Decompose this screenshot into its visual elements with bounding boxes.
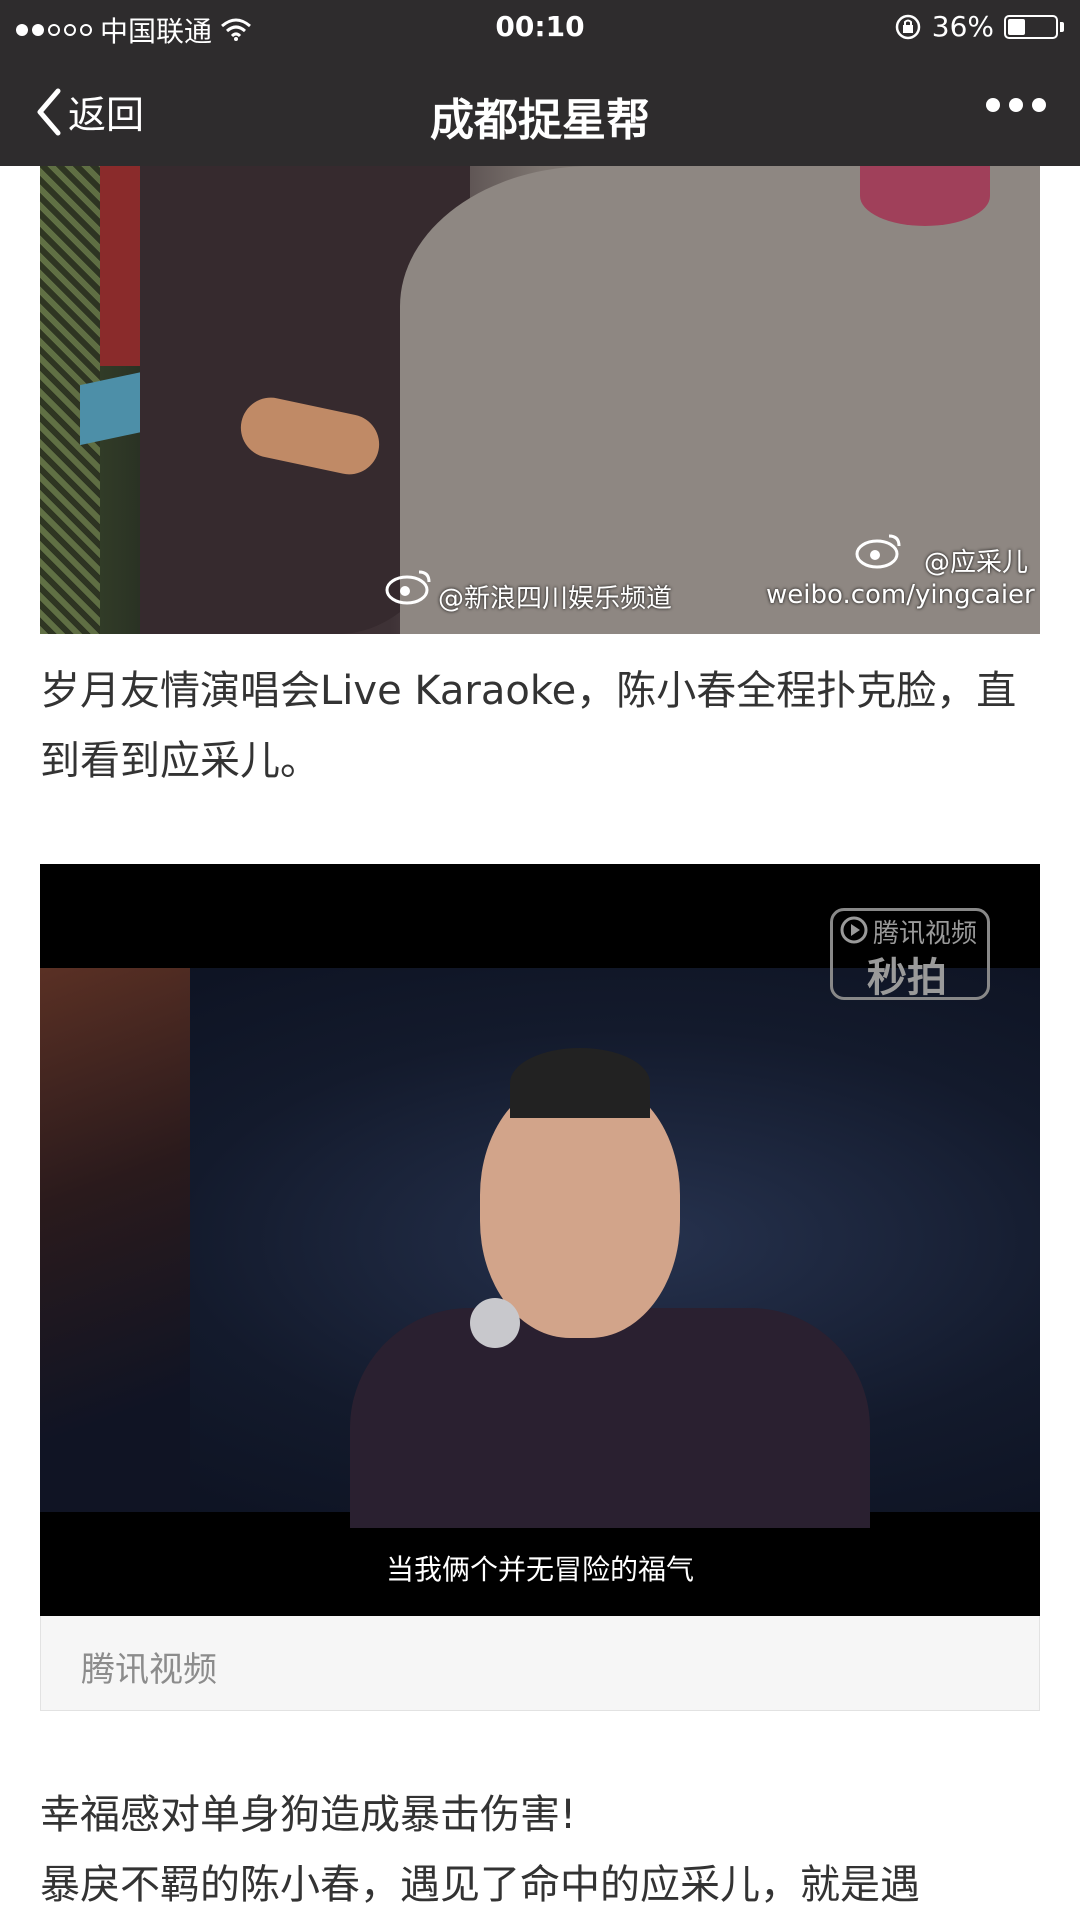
photo-figure [860,166,990,226]
video-player[interactable]: 当我俩个并无冒险的福气 腾讯视频 秒拍 [40,864,1040,1616]
more-dot [1032,98,1046,112]
rotation-lock-icon [895,14,921,39]
weibo-icon [855,534,901,569]
article-paragraph: 幸福感对单身狗造成暴击伤害! 暴戾不羁的陈小春，遇见了命中的应采儿，就是遇 [40,1780,1040,1920]
battery-fill [1008,18,1025,35]
singer-figure [350,1308,870,1528]
video-watermark-logo: 腾讯视频 秒拍 [830,908,990,1001]
weibo-icon [385,570,431,605]
microphone [470,1298,520,1348]
video-source: 腾讯视频 [81,1650,217,1690]
paragraph-line: 暴戾不羁的陈小春，遇见了命中的应采儿，就是遇 [40,1862,920,1908]
photo-watermark-left: @新浪四川娱乐频道 [438,584,673,614]
article-caption: 岁月友情演唱会Live Karaoke，陈小春全程扑克脸，直到看到应采儿。 [40,668,1017,784]
more-dot [1009,98,1023,112]
status-right: 36% [894,10,1064,43]
status-bar: 中国联通 00:10 36% [0,0,1080,54]
watermark-name: 秒拍 [867,955,947,1001]
battery-icon [1004,14,1058,39]
play-icon [840,916,868,944]
video-subtitle: 当我俩个并无冒险的福气 [385,1553,694,1586]
article-photo[interactable]: @新浪四川娱乐频道 @应采儿 weibo.com/yingcaier [40,166,1040,634]
video-background [40,968,190,1512]
more-options-button[interactable] [986,98,1046,112]
paragraph-line: 幸福感对单身狗造成暴击伤害! [40,1792,577,1838]
photo-watermark-user: @应采儿 [924,548,1029,578]
page-title: 成都捉星帮 [430,95,650,146]
photo-watermark-url: weibo.com/yingcaier [766,580,1035,610]
battery-percent: 36% [931,10,994,43]
battery-tip [1060,21,1064,32]
video-frame: 当我俩个并无冒险的福气 [40,968,1040,1586]
video-source-bar: 腾讯视频 [40,1616,1040,1711]
singer-figure [510,1048,650,1118]
more-dot [986,98,1000,112]
nav-bar: 返回 成都捉星帮 [0,54,1080,166]
